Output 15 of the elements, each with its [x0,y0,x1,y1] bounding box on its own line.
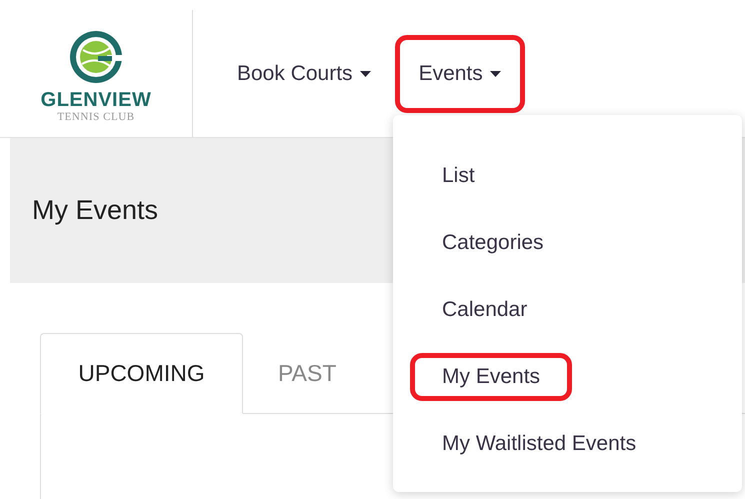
menu-item[interactable]: List [410,152,507,200]
nav-menu-button[interactable]: Book Courts [213,34,395,112]
logo-subtitle: TENNIS CLUB [57,112,135,123]
caret-icon [490,70,501,76]
page-title: My Events [32,194,158,228]
caret-icon [360,70,371,76]
menu-item[interactable]: My Events [410,353,572,401]
nav-menu-button[interactable]: Events [394,34,525,112]
menu-item[interactable]: Categories [410,219,576,267]
tab[interactable]: PAST [243,333,372,414]
logo-icon [67,28,125,86]
tab[interactable]: UPCOMING [40,333,243,414]
logo-name: GLENVIEW [40,90,152,110]
menu-item[interactable]: Calendar [410,286,560,334]
menu-item[interactable]: My Waitlisted Events [410,420,668,468]
